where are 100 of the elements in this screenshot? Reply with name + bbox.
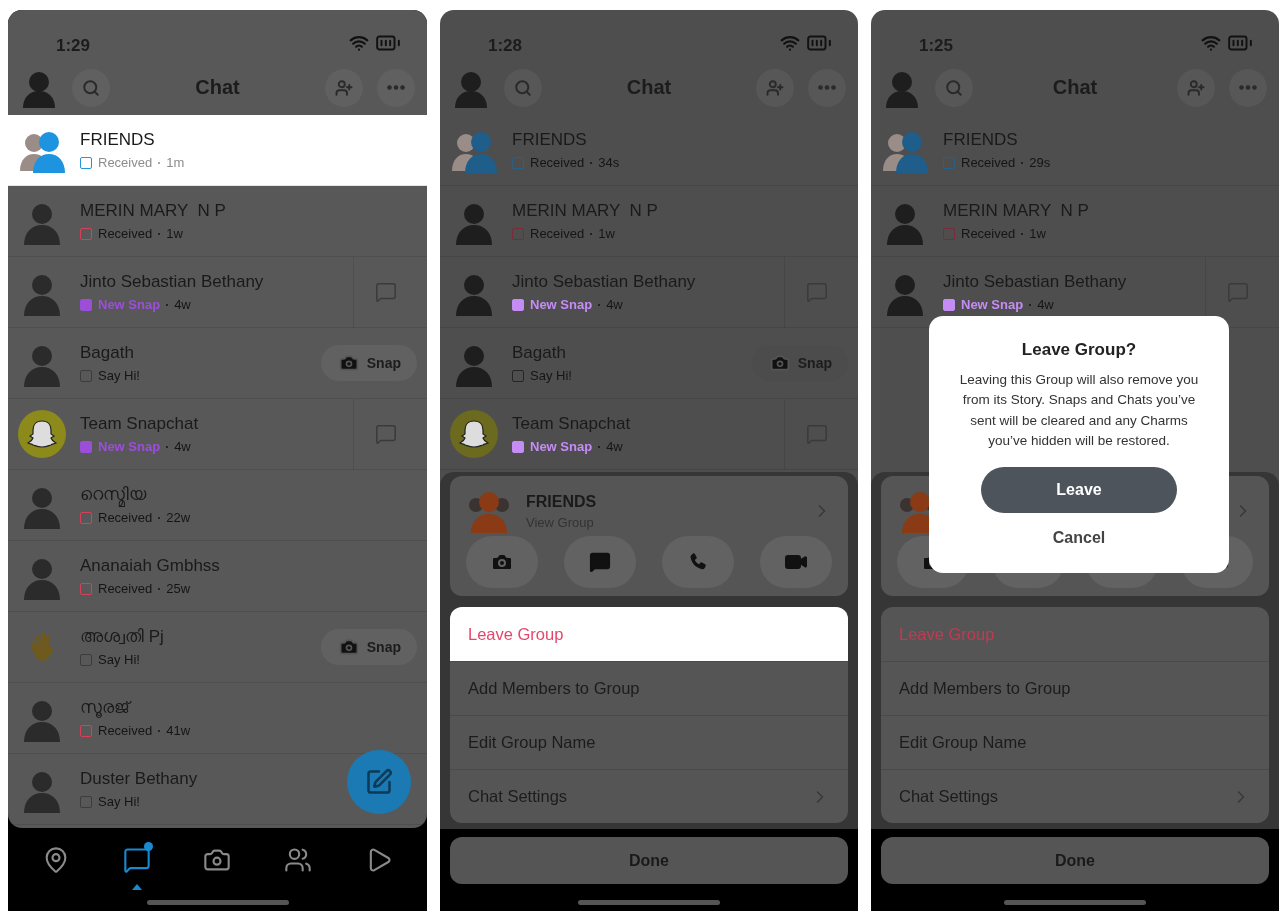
dialog-message: Leaving this Group will also remove you from its Story. Snaps and Chats you’ve sent will be cleared and any Charms you’ve hidden will be restored. — [958, 371, 1200, 450]
camera-icon — [338, 637, 359, 657]
done-button[interactable]: Done — [881, 837, 1269, 884]
message-time: 41w — [166, 723, 191, 738]
status-text: Received — [530, 226, 585, 241]
contact-name: FRIENDS — [80, 130, 155, 150]
status-text: Received — [98, 510, 153, 525]
search-button[interactable] — [504, 68, 542, 107]
clock: 1:29 — [56, 36, 91, 56]
done-button[interactable]: Done — [450, 837, 848, 884]
chat-row[interactable]: അശ്വതി Pj Say Hi! Snap — [8, 612, 427, 683]
add-friend-button[interactable] — [1177, 68, 1215, 107]
status-text: Say Hi! — [98, 794, 140, 809]
more-button[interactable] — [808, 68, 846, 107]
message-time: 4w — [606, 297, 623, 312]
dialog-title: Leave Group? — [1021, 340, 1137, 360]
more-button[interactable] — [1229, 68, 1267, 107]
message-time: 34s — [598, 155, 620, 170]
status-text: Say Hi! — [98, 368, 140, 383]
more-icon — [818, 85, 836, 90]
status-text: Received — [98, 581, 153, 596]
status-text: New Snap — [98, 439, 161, 454]
ghost-avatar — [18, 410, 66, 458]
wifi-icon — [349, 33, 369, 53]
cancel-button[interactable]: Cancel — [1044, 525, 1114, 551]
status-text: Received — [961, 155, 1016, 170]
status-text: New Snap — [98, 297, 161, 312]
search-icon — [82, 78, 100, 97]
chat-button[interactable] — [564, 536, 636, 588]
add-person-icon — [335, 78, 353, 97]
wifi-icon — [1201, 33, 1221, 53]
message-time: 4w — [174, 439, 191, 454]
status-text: Received — [961, 226, 1016, 241]
menu-item[interactable]: Chat Settings — [881, 769, 1269, 823]
chat-row[interactable]: Team Snapchat New Snap 4w — [8, 399, 427, 470]
wifi-icon — [780, 33, 800, 53]
add-friend-button[interactable] — [325, 68, 363, 107]
menu-item[interactable]: Add Members to Group — [881, 661, 1269, 715]
camera-icon — [769, 353, 790, 373]
group-avatar — [466, 489, 512, 533]
menu-item[interactable]: Leave Group — [881, 607, 1269, 661]
message-time: 4w — [606, 439, 623, 454]
contact-name: Duster Bethany — [80, 769, 198, 789]
message-time: 1w — [598, 226, 615, 241]
camera-icon — [338, 353, 359, 373]
chat-bubble-icon — [374, 281, 397, 303]
chat-row[interactable]: റെസ്മിയ Received 22w — [8, 470, 427, 541]
message-time: 29s — [1029, 155, 1051, 170]
chat-row[interactable]: Bagath Say Hi! Snap — [8, 328, 427, 399]
menu-item[interactable]: Add Members to Group — [450, 661, 848, 715]
status-text: New Snap — [530, 297, 593, 312]
message-time: 1w — [1029, 226, 1046, 241]
snap-button[interactable]: Snap — [320, 629, 417, 665]
video-button[interactable] — [760, 536, 832, 588]
search-button[interactable] — [72, 68, 110, 107]
ghost-avatar — [450, 410, 498, 458]
snap-button[interactable]: Snap — [320, 345, 417, 381]
chat-row[interactable]: MERIN MARY N P Received 1w — [8, 186, 427, 257]
status-text: Received — [98, 723, 153, 738]
contact-name: സൂരജ് — [80, 698, 130, 718]
more-icon — [1239, 85, 1257, 90]
status-text: Received — [98, 226, 153, 241]
chat-row[interactable]: സൂരജ് Received 41w — [8, 683, 427, 754]
more-button[interactable] — [377, 68, 415, 107]
friends-icon — [284, 846, 313, 874]
menu-item[interactable]: Edit Group Name — [881, 715, 1269, 769]
screen-title: Chat — [194, 76, 241, 99]
status-text: New Snap — [530, 439, 593, 454]
add-person-icon — [1187, 78, 1205, 97]
search-icon — [945, 78, 963, 97]
message-time: 25w — [166, 581, 191, 596]
add-friend-button[interactable] — [756, 68, 794, 107]
chat-bubble-icon — [122, 846, 151, 874]
chat-row[interactable]: Ananaiah Gmbhss Received 25w — [8, 541, 427, 612]
search-button[interactable] — [935, 68, 973, 107]
menu-item[interactable]: Chat Settings — [450, 769, 848, 823]
camera-button[interactable] — [466, 536, 538, 588]
compose-icon — [365, 768, 393, 796]
chat-row[interactable]: Jinto Sebastian Bethany New Snap 4w — [8, 257, 427, 328]
contact-name: MERIN MARY N P — [80, 201, 226, 221]
chat-row[interactable]: FRIENDS Received 1m — [8, 115, 427, 186]
leave-button[interactable]: Leave — [981, 467, 1177, 513]
status-text: Say Hi! — [530, 368, 572, 383]
chat-bubble-icon — [374, 423, 397, 445]
phone-button[interactable] — [662, 536, 734, 588]
more-icon — [387, 85, 405, 90]
search-icon — [514, 78, 532, 97]
status-text: New Snap — [961, 297, 1024, 312]
group-name: FRIENDS — [526, 492, 598, 511]
menu-item[interactable]: Edit Group Name — [450, 715, 848, 769]
contact-name: Ananaiah Gmbhss — [80, 556, 220, 576]
message-time: 4w — [174, 297, 191, 312]
status-text: Say Hi! — [98, 652, 140, 667]
message-time: 1m — [166, 155, 185, 170]
selected-caret-icon — [131, 884, 142, 890]
add-person-icon — [766, 78, 784, 97]
message-time: 4w — [1037, 297, 1054, 312]
contact-name: Team Snapchat — [80, 414, 199, 434]
menu-item[interactable]: Leave Group — [450, 607, 848, 661]
message-time: 22w — [166, 510, 191, 525]
